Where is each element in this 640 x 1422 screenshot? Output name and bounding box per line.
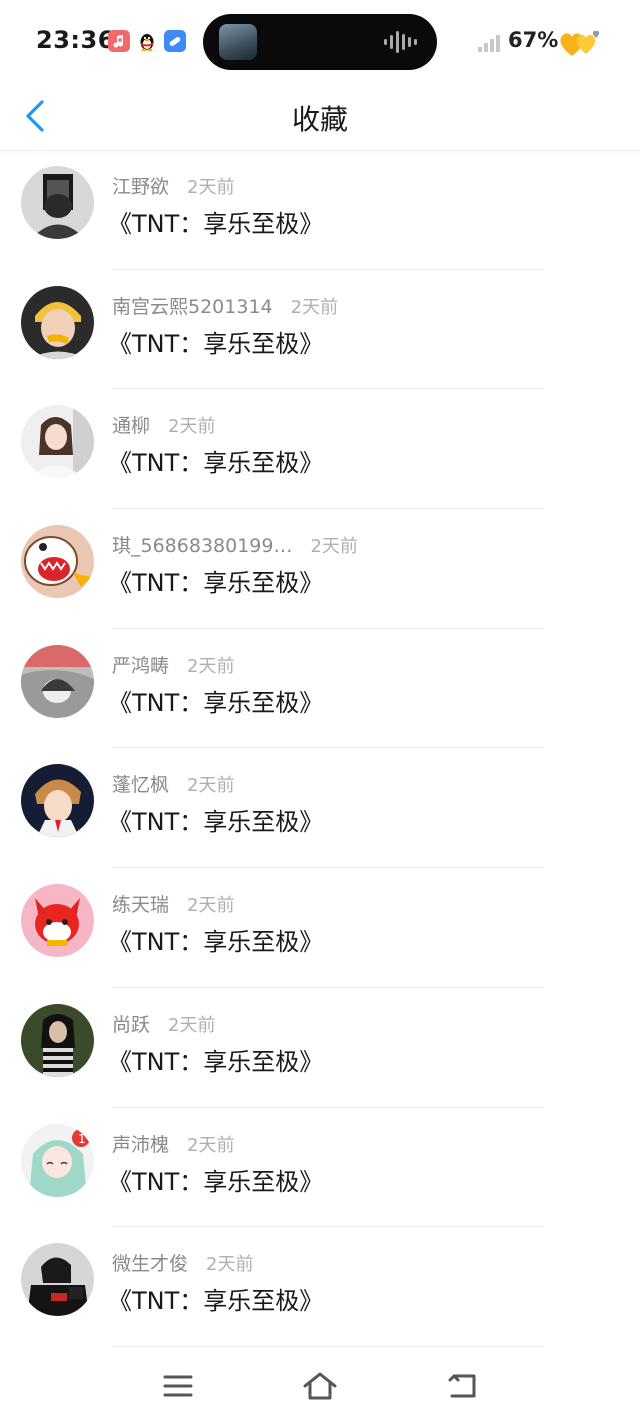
avatar[interactable] [21,1243,94,1317]
list-item[interactable]: 1 声沛槐 2天前 《TNT：享乐至极》 [0,1108,640,1228]
author-name[interactable]: 江野欲 [112,176,169,198]
author-name[interactable]: 声沛槐 [112,1134,169,1156]
timestamp: 2天前 [187,177,235,198]
battery-level: 67% [508,28,559,52]
author-name[interactable]: 南宫云熙5201314 [112,296,273,318]
hearts-battery-icon [560,30,600,56]
list-item[interactable]: 微生才俊 2天前 《TNT：享乐至极》 [0,1227,640,1347]
list-item[interactable]: 南宫云熙5201314 2天前 《TNT：享乐至极》 [0,270,640,390]
author-line: 练天瑞 2天前 [112,890,234,917]
author-line: 通柳 2天前 [112,411,215,438]
svg-text:1: 1 [78,1132,86,1146]
work-title[interactable]: 《TNT：享乐至极》 [108,1281,323,1316]
author-line: 严鸿畴 2天前 [112,651,234,678]
work-title[interactable]: 《TNT：享乐至极》 [108,324,323,359]
status-bar: 23:36 67% [0,0,640,84]
author-line: 琪_56868380199… 2天前 [112,531,358,558]
avatar[interactable] [21,644,94,718]
list-item[interactable]: 蓬忆枫 2天前 《TNT：享乐至极》 [0,748,640,869]
divider [112,1345,544,1347]
avatar[interactable]: 1 [21,1123,94,1197]
avatar[interactable] [21,1003,94,1077]
signal-icon [478,35,500,52]
top-app-bar: 收藏 [0,84,640,151]
timestamp: 2天前 [290,296,339,318]
author-name[interactable]: 尚跃 [112,1014,150,1036]
author-name[interactable]: 严鸿畴 [112,655,169,677]
media-thumbnail [219,24,257,60]
timestamp: 2天前 [187,1134,235,1156]
author-line: 江野欲 2天前 [112,172,234,199]
avatar[interactable] [21,764,94,838]
timestamp: 2天前 [168,416,216,438]
page-title: 收藏 [291,103,348,136]
qq-penguin-icon [136,30,158,52]
blue-app-icon [164,30,186,52]
audio-wave-icon [384,31,417,53]
clock: 23:36 [36,26,115,54]
author-name[interactable]: 琪_56868380199… [112,535,292,557]
author-name[interactable]: 通柳 [112,415,150,437]
music-app-icon [108,30,130,52]
timestamp: 2天前 [187,655,235,677]
work-title[interactable]: 《TNT：享乐至极》 [108,563,323,598]
work-title[interactable]: 《TNT：享乐至极》 [108,204,323,239]
work-title[interactable]: 《TNT：享乐至极》 [108,802,323,837]
timestamp: 2天前 [187,895,235,917]
avatar[interactable] [21,525,94,599]
work-title[interactable]: 《TNT：享乐至极》 [108,683,323,718]
author-name[interactable]: 微生才俊 [112,1253,188,1275]
timestamp: 2天前 [206,1254,254,1276]
list-item[interactable]: 练天瑞 2天前 《TNT：享乐至极》 [0,868,640,988]
work-title[interactable]: 《TNT：享乐至极》 [108,922,323,957]
list-item[interactable]: 通柳 2天前 《TNT：享乐至极》 [0,389,640,510]
author-name[interactable]: 蓬忆枫 [112,774,169,796]
list-item[interactable]: 严鸿畴 2天前 《TNT：享乐至极》 [0,629,640,749]
avatar[interactable] [21,884,94,958]
system-nav-bar [0,1352,640,1422]
dynamic-island[interactable] [203,14,437,70]
author-name[interactable]: 练天瑞 [112,894,169,916]
work-title[interactable]: 《TNT：享乐至极》 [108,1042,323,1077]
author-line: 声沛槐 2天前 [112,1130,234,1157]
author-line: 微生才俊 2天前 [112,1249,253,1276]
menu-icon[interactable] [160,1368,196,1404]
screen: 23:36 67% 收藏 江野欲 2天前 《TNT：享乐至极》 南宫云熙5201… [0,0,640,1422]
back-icon[interactable] [444,1368,480,1404]
home-icon[interactable] [302,1368,338,1404]
timestamp: 2天前 [168,1014,216,1036]
list-item[interactable]: 尚跃 2天前 《TNT：享乐至极》 [0,988,640,1108]
avatar[interactable] [21,166,94,239]
work-title[interactable]: 《TNT：享乐至极》 [108,1162,323,1197]
timestamp: 2天前 [310,536,358,558]
author-line: 南宫云熙5201314 2天前 [112,292,338,319]
author-line: 尚跃 2天前 [112,1010,215,1037]
avatar[interactable] [21,285,94,359]
list-item[interactable]: 琪_56868380199… 2天前 《TNT：享乐至极》 [0,509,640,629]
work-title[interactable]: 《TNT：享乐至极》 [108,443,323,478]
timestamp: 2天前 [187,775,235,797]
favorites-list: 江野欲 2天前 《TNT：享乐至极》 南宫云熙5201314 2天前 《TNT：享乐… [0,150,640,1347]
author-line: 蓬忆枫 2天前 [112,770,234,797]
avatar[interactable] [21,405,94,479]
list-item[interactable]: 江野欲 2天前 《TNT：享乐至极》 [0,150,640,270]
